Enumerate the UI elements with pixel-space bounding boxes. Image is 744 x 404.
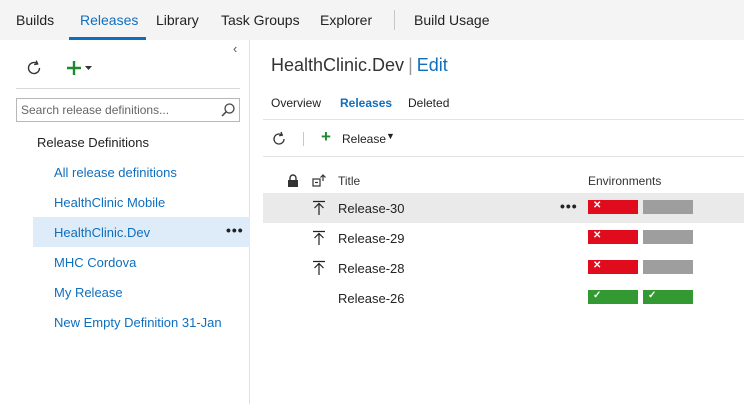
- search-input[interactable]: [17, 99, 213, 121]
- column-header-title[interactable]: Title: [338, 174, 360, 188]
- refresh-icon[interactable]: [270, 130, 288, 148]
- sidebar-item-label: MHC Cordova: [54, 255, 137, 270]
- table-row[interactable]: Release-28 ✕: [263, 253, 744, 283]
- sidebar-item-label: My Release: [54, 285, 123, 300]
- release-name[interactable]: Release-29: [338, 231, 405, 246]
- environment-status-not-deployed[interactable]: [643, 260, 693, 274]
- search-icon[interactable]: [220, 102, 236, 118]
- checkmark-icon: ✓: [648, 290, 657, 301]
- divider: [263, 156, 744, 157]
- release-name[interactable]: Release-28: [338, 261, 405, 276]
- releases-panel: HealthClinic.Dev | Edit Overview Releases …: [251, 40, 744, 404]
- close-icon: ✕: [593, 260, 602, 271]
- sidebar-item-mhc-cordova[interactable]: MHC Cordova: [33, 247, 250, 277]
- table-row[interactable]: Release-29 ✕: [263, 223, 744, 253]
- divider: [16, 88, 240, 89]
- release-name[interactable]: Release-30: [338, 201, 405, 216]
- lock-icon: [288, 174, 298, 187]
- edit-link[interactable]: Edit: [417, 55, 448, 75]
- page-title: HealthClinic.Dev | Edit: [271, 55, 448, 76]
- sidebar-item-all-definitions[interactable]: All release definitions: [33, 157, 250, 187]
- checkmark-icon: ✓: [593, 290, 602, 301]
- title-separator: |: [408, 55, 413, 75]
- refresh-icon[interactable]: [24, 58, 44, 78]
- more-actions-icon[interactable]: •••: [226, 222, 244, 238]
- sidebar-item-new-empty-definition[interactable]: New Empty Definition 31-Jan: [33, 307, 250, 337]
- tab-build-usage[interactable]: Build Usage: [414, 12, 490, 28]
- table-row[interactable]: Release-26 ✓ ✓: [263, 283, 744, 313]
- environment-status-failed[interactable]: ✕: [588, 230, 638, 244]
- tab-releases[interactable]: Releases: [80, 12, 138, 28]
- nav-divider: [394, 10, 395, 30]
- arrow-up-to-line-icon: [313, 200, 325, 215]
- sidebar-item-label: New Empty Definition 31-Jan: [54, 315, 222, 330]
- definition-name: HealthClinic.Dev: [271, 55, 405, 75]
- release-definitions-header: Release Definitions: [37, 135, 150, 150]
- create-release-label: Release: [342, 132, 387, 146]
- environment-status-succeeded[interactable]: ✓: [643, 290, 693, 304]
- close-icon: ✕: [593, 200, 602, 211]
- add-definition-button[interactable]: [66, 58, 96, 78]
- tab-overview[interactable]: Overview: [271, 96, 321, 110]
- tab-library[interactable]: Library: [156, 12, 199, 28]
- chevron-left-icon[interactable]: ‹: [233, 41, 237, 56]
- deploy-icon: [312, 174, 326, 187]
- environment-status-failed[interactable]: ✕: [588, 200, 638, 214]
- more-actions-icon[interactable]: •••: [560, 198, 578, 214]
- sidebar-item-label: HealthClinic Mobile: [54, 195, 166, 210]
- search-box: [16, 98, 240, 122]
- sidebar-item-label: All release definitions: [54, 165, 177, 180]
- column-header-environments[interactable]: Environments: [588, 174, 661, 188]
- table-row[interactable]: Release-30 ••• ✕: [263, 193, 744, 223]
- tab-deleted[interactable]: Deleted: [408, 96, 449, 110]
- environment-status-failed[interactable]: ✕: [588, 260, 638, 274]
- tab-builds[interactable]: Builds: [16, 12, 54, 28]
- sidebar-item-label: HealthClinic.Dev: [54, 225, 151, 240]
- chevron-down-icon: ▼: [386, 131, 395, 141]
- top-navigation: Builds Releases Library Task Groups Expl…: [0, 0, 744, 40]
- environment-status-not-deployed[interactable]: [643, 230, 693, 244]
- definitions-sidebar: ‹ Release Definitions All release defini…: [0, 40, 250, 404]
- environment-status-succeeded[interactable]: ✓: [588, 290, 638, 304]
- sidebar-item-healthclinic-mobile[interactable]: HealthClinic Mobile: [33, 187, 250, 217]
- sidebar-item-my-release[interactable]: My Release: [33, 277, 250, 307]
- tab-explorer[interactable]: Explorer: [320, 12, 372, 28]
- tab-releases-list[interactable]: Releases: [340, 96, 392, 110]
- environment-status-not-deployed[interactable]: [643, 200, 693, 214]
- arrow-up-to-line-icon: [313, 260, 325, 275]
- toolbar-divider: [303, 132, 304, 146]
- tab-task-groups[interactable]: Task Groups: [221, 12, 300, 28]
- arrow-up-to-line-icon: [313, 230, 325, 245]
- divider: [263, 119, 744, 120]
- sidebar-item-healthclinic-dev[interactable]: HealthClinic.Dev •••: [33, 217, 250, 247]
- plus-icon: +: [321, 127, 331, 146]
- release-name[interactable]: Release-26: [338, 291, 405, 306]
- close-icon: ✕: [593, 230, 602, 241]
